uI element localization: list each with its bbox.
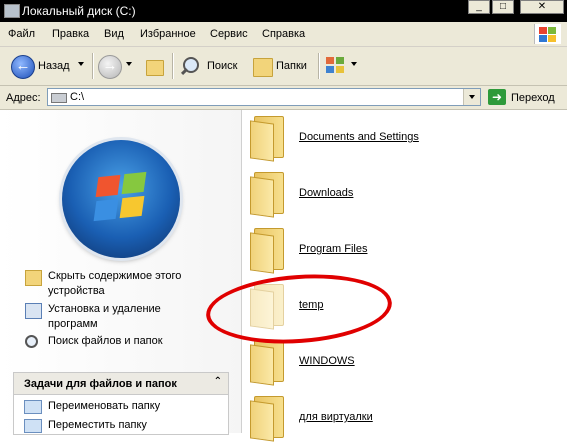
- move-folder-task[interactable]: Переместить папку: [48, 419, 147, 431]
- maximize-button[interactable]: □: [492, 0, 514, 14]
- file-tasks-header[interactable]: Задачи для файлов и папок ⌃: [14, 373, 228, 395]
- folder-view: Documents and Settings Downloads Program…: [203, 110, 567, 442]
- minimize-button[interactable]: _: [468, 0, 490, 14]
- menu-file[interactable]: Файл: [8, 28, 35, 40]
- up-folder-icon[interactable]: [146, 60, 164, 76]
- folder-icon[interactable]: [250, 228, 284, 274]
- forward-arrow-icon[interactable]: →: [98, 55, 122, 79]
- toolbar-separator: [92, 53, 94, 79]
- title-bar: Локальный диск (C:) _ □ ✕: [0, 0, 567, 22]
- toolbar-separator: [172, 53, 174, 79]
- toolbar-separator: [318, 53, 320, 79]
- file-tasks-panel: Задачи для файлов и папок ⌃ Переименоват…: [13, 372, 229, 435]
- search-icon: [25, 335, 38, 348]
- folders-button[interactable]: Папки: [276, 60, 307, 72]
- folder-item-downloads[interactable]: Downloads: [299, 187, 353, 199]
- back-button[interactable]: Назад: [38, 60, 70, 72]
- collapse-chevron-icon[interactable]: ⌃: [214, 376, 222, 387]
- address-label: Адрес:: [6, 92, 41, 104]
- file-tasks-title: Задачи для файлов и папок: [24, 378, 177, 390]
- windows-orb-icon: [62, 140, 180, 258]
- back-arrow-icon[interactable]: ←: [11, 55, 35, 79]
- folder-item-documents-and-settings[interactable]: Documents and Settings: [299, 131, 419, 143]
- folder-icon[interactable]: [250, 340, 284, 386]
- folders-icon[interactable]: [253, 58, 273, 77]
- folder-icon[interactable]: [250, 172, 284, 218]
- views-dropdown-icon[interactable]: [351, 62, 357, 66]
- address-field[interactable]: C:\: [47, 88, 481, 106]
- chevron-down-icon: [469, 95, 475, 99]
- task-pane: Скрыть содержимое этого устройства Устан…: [0, 110, 242, 435]
- folder-icon[interactable]: [250, 116, 284, 162]
- go-arrow-icon[interactable]: ➜: [488, 89, 506, 105]
- search-files-link[interactable]: Поиск файлов и папок: [48, 334, 218, 349]
- views-icon[interactable]: [326, 57, 346, 75]
- menu-help[interactable]: Справка: [262, 28, 305, 40]
- toolbar: ← Назад → Поиск Папки: [0, 47, 567, 86]
- menu-bar: Файл Правка Вид Избранное Сервис Справка: [0, 22, 567, 47]
- address-dropdown-button[interactable]: [463, 89, 480, 105]
- drive-icon: [4, 4, 20, 18]
- window-title: Локальный диск (C:): [22, 4, 136, 18]
- move-icon: [24, 419, 42, 433]
- folder-item-windows[interactable]: WINDOWS: [299, 355, 355, 367]
- rename-folder-task[interactable]: Переименовать папку: [48, 400, 160, 412]
- menu-tools[interactable]: Сервис: [210, 28, 248, 40]
- menu-view[interactable]: Вид: [104, 28, 124, 40]
- add-remove-programs-link[interactable]: Установка и удаление программ: [48, 302, 198, 332]
- address-value[interactable]: C:\: [70, 91, 84, 103]
- hide-drive-contents-link[interactable]: Скрыть содержимое этого устройства: [48, 269, 198, 299]
- folder-icon: [25, 270, 42, 286]
- menu-favorites[interactable]: Избранное: [140, 28, 196, 40]
- forward-dropdown-icon[interactable]: [126, 62, 132, 66]
- go-button[interactable]: Переход: [511, 92, 555, 104]
- close-button[interactable]: ✕: [520, 0, 564, 14]
- menu-edit[interactable]: Правка: [52, 28, 89, 40]
- rename-icon: [24, 400, 42, 414]
- folder-item-virtual[interactable]: для виртуалки: [299, 411, 373, 423]
- address-bar: Адрес: C:\ ➜ Переход: [0, 86, 567, 110]
- folder-icon[interactable]: [250, 396, 284, 442]
- windows-logo-icon: [534, 24, 561, 44]
- programs-icon: [25, 303, 42, 319]
- folder-item-program-files[interactable]: Program Files: [299, 243, 367, 255]
- back-dropdown-icon[interactable]: [78, 62, 84, 66]
- drive-icon: [51, 93, 67, 103]
- search-button[interactable]: Поиск: [207, 60, 237, 72]
